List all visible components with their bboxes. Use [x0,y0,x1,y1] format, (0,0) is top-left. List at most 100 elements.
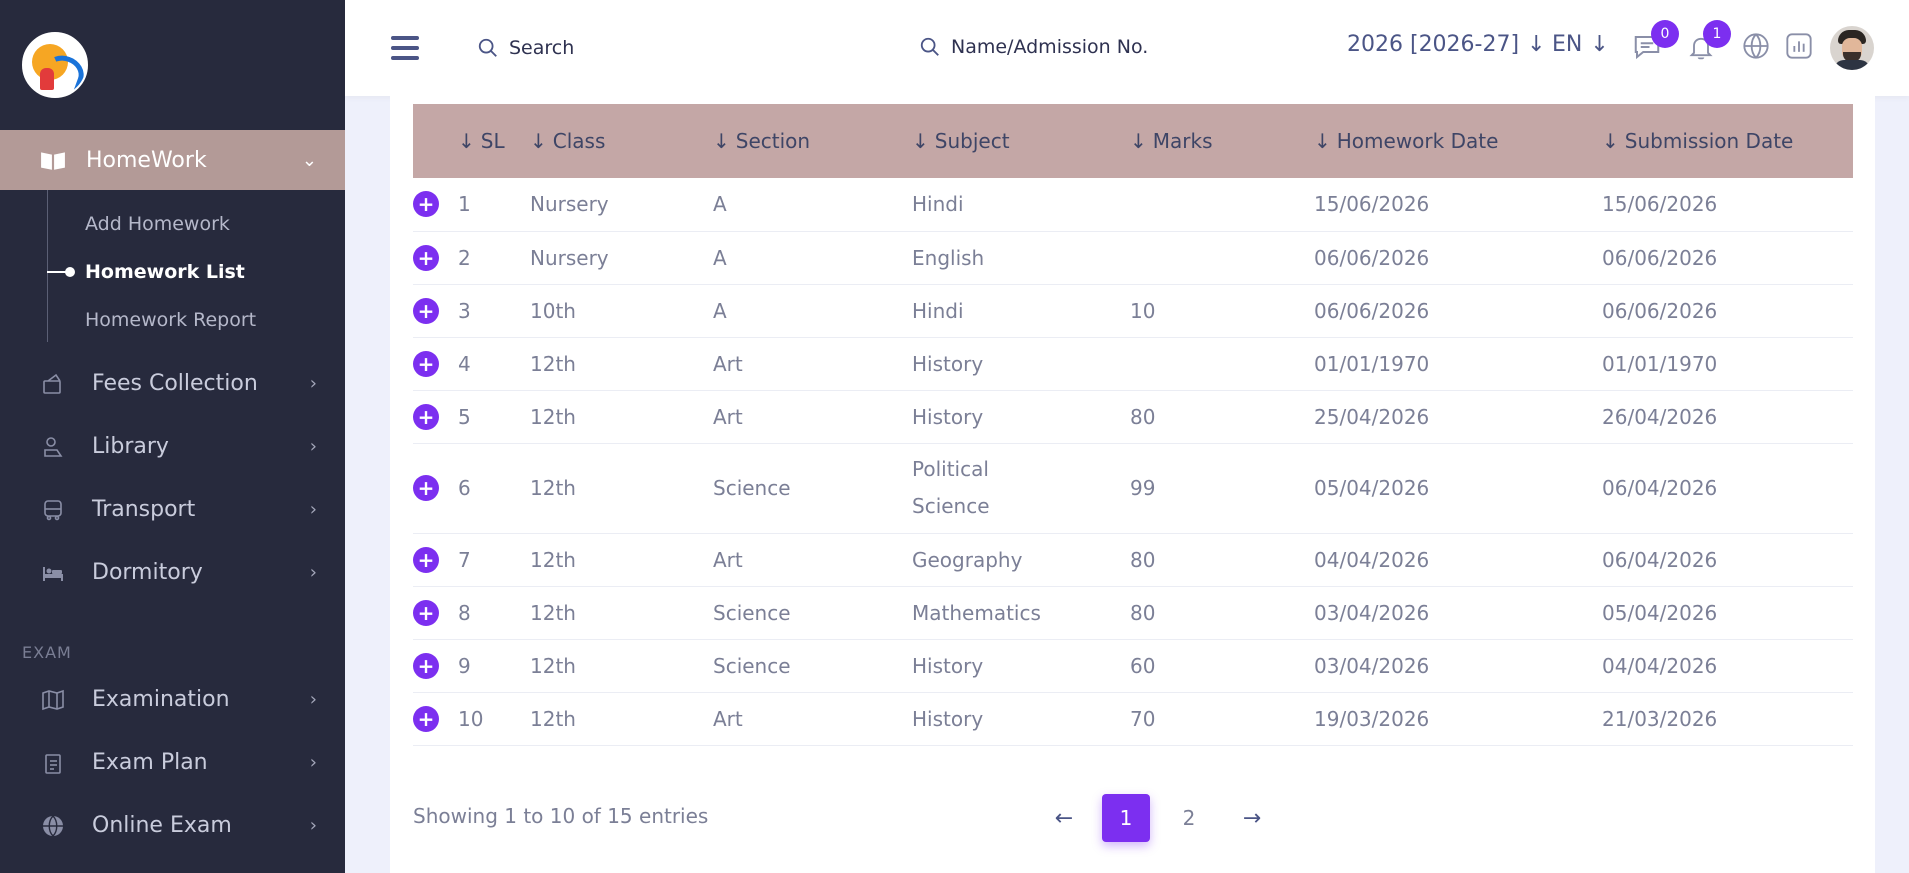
language-globe-button[interactable] [1742,32,1770,64]
page-button-2[interactable]: 2 [1165,794,1213,842]
sidebar-subitem-homework-report[interactable]: Homework Report [0,296,345,344]
header-homework-date[interactable]: ↓ Homework Date [1314,104,1602,178]
header-label: Subject [934,129,1010,153]
cell-class: 12th [530,443,713,534]
sort-arrow-icon: ↓ [458,129,475,153]
cell-subject: Mathematics [912,586,1130,640]
sidebar-item-label: Library [92,434,169,459]
messages-badge: 0 [1651,20,1679,48]
messages-button[interactable]: 0 [1631,20,1679,66]
cell-section: Art [713,337,912,391]
sort-arrow-icon: ↓ [1602,129,1619,153]
cell-homework-date: 19/03/2026 [1314,692,1602,746]
menu-toggle-icon[interactable] [391,36,419,60]
header-subject[interactable]: ↓ Subject [912,104,1130,178]
cell-class: 12th [530,639,713,693]
row-expand-cell: + [413,178,458,232]
cell-submission-date: 04/04/2026 [1602,639,1853,693]
sidebar-item-examination[interactable]: Examination › [0,668,345,731]
row-expand-cell: + [413,586,458,640]
sidebar: HomeWork ⌄ Add Homework Homework List Ho… [0,0,345,873]
search-icon [920,37,939,56]
header-submission-date[interactable]: ↓ Submission Date [1602,104,1853,178]
row-expand-cell: + [413,692,458,746]
row-expand-cell: + [413,284,458,338]
sidebar-item-transport[interactable]: Transport › [0,478,345,541]
cell-subject: History [912,390,1130,444]
header-section[interactable]: ↓ Section [713,104,912,178]
map-icon [40,689,66,711]
global-search[interactable]: Search [477,37,574,59]
sort-arrow-icon: ↓ [912,129,929,153]
cell-subject: Geography [912,533,1130,587]
page-button-1[interactable]: 1 [1102,794,1150,842]
cell-submission-date: 06/04/2026 [1602,533,1853,587]
expand-plus-icon[interactable]: + [413,191,439,218]
subitem-label: Homework List [85,261,245,283]
header-class[interactable]: ↓ Class [530,104,713,178]
next-page-button[interactable]: → [1228,794,1276,842]
header-label: Homework Date [1336,129,1499,153]
pagination: ← 1 2 → [1040,794,1276,842]
expand-plus-icon[interactable]: + [413,705,439,732]
sort-arrow-icon: ↓ [1314,129,1331,153]
homework-list-card: ↓ SL ↓ Class ↓ Section ↓ Subject ↓ Marks ↓ Hom… [390,96,1875,873]
expand-plus-icon[interactable]: + [413,652,439,679]
cell-marks: 10 [1130,284,1314,338]
expand-plus-icon[interactable]: + [413,297,439,324]
sidebar-item-homework[interactable]: HomeWork ⌄ [0,130,345,190]
sidebar-item-online-exam[interactable]: Online Exam › [0,794,345,857]
sidebar-item-exam-plan[interactable]: Exam Plan › [0,731,345,794]
table-row: +1 Nursery A Hindi 15/06/2026 15/06/2026 [413,178,1853,232]
prev-page-button[interactable]: ← [1040,794,1088,842]
cell-homework-date: 05/04/2026 [1314,443,1602,534]
header-sl[interactable]: ↓ SL [458,104,530,178]
table-row: +6 12th Science Political Science 99 05/04/20… [413,443,1853,534]
expand-plus-icon[interactable]: + [413,546,439,573]
cell-class: 12th [530,586,713,640]
sidebar-subitem-homework-list[interactable]: Homework List [0,248,345,296]
cell-homework-date: 04/04/2026 [1314,533,1602,587]
language-selector[interactable]: EN ↓ [1552,32,1609,57]
sidebar-item-fees-collection[interactable]: Fees Collection › [0,352,345,415]
sidebar-subitem-add-homework[interactable]: Add Homework [0,200,345,248]
cell-marks: 60 [1130,639,1314,693]
cell-subject: History [912,639,1130,693]
header-label: SL [480,129,505,153]
cell-subject: Political Science [912,443,1130,534]
sidebar-item-label: Transport [92,497,196,522]
cell-sl: 7 [458,533,530,587]
cell-class: Nursery [530,231,713,285]
chevron-right-icon: › [309,436,317,457]
expand-plus-icon[interactable]: + [413,403,439,430]
row-expand-cell: + [413,533,458,587]
cell-submission-date: 06/06/2026 [1602,284,1853,338]
row-expand-cell: + [413,443,458,534]
cell-sl: 8 [458,586,530,640]
school-logo[interactable] [22,32,88,98]
cell-sl: 3 [458,284,530,338]
cell-submission-date: 06/04/2026 [1602,443,1853,534]
user-avatar[interactable] [1830,26,1874,70]
cell-homework-date: 25/04/2026 [1314,390,1602,444]
cell-subject: Hindi [912,284,1130,338]
header-marks[interactable]: ↓ Marks [1130,104,1314,178]
cell-homework-date: 01/01/1970 [1314,337,1602,391]
student-search[interactable]: Name/Admission No. [919,36,1148,58]
sidebar-item-label: Fees Collection [92,371,258,396]
notifications-button[interactable]: 1 [1687,20,1731,66]
fees-icon [40,373,66,395]
expand-plus-icon[interactable]: + [413,350,439,377]
book-icon [40,149,66,171]
expand-plus-icon[interactable]: + [413,244,439,271]
expand-plus-icon[interactable]: + [413,599,439,626]
cell-sl: 5 [458,390,530,444]
header-expand [413,104,458,178]
academic-year-selector[interactable]: 2026 [2026-27] ↓ [1347,32,1546,57]
reports-button[interactable] [1785,32,1813,64]
sidebar-item-dormitory[interactable]: Dormitory › [0,541,345,604]
expand-plus-icon[interactable]: + [413,475,439,501]
sidebar-item-library[interactable]: Library › [0,415,345,478]
notifications-badge: 1 [1703,20,1731,48]
bed-icon [40,562,66,584]
